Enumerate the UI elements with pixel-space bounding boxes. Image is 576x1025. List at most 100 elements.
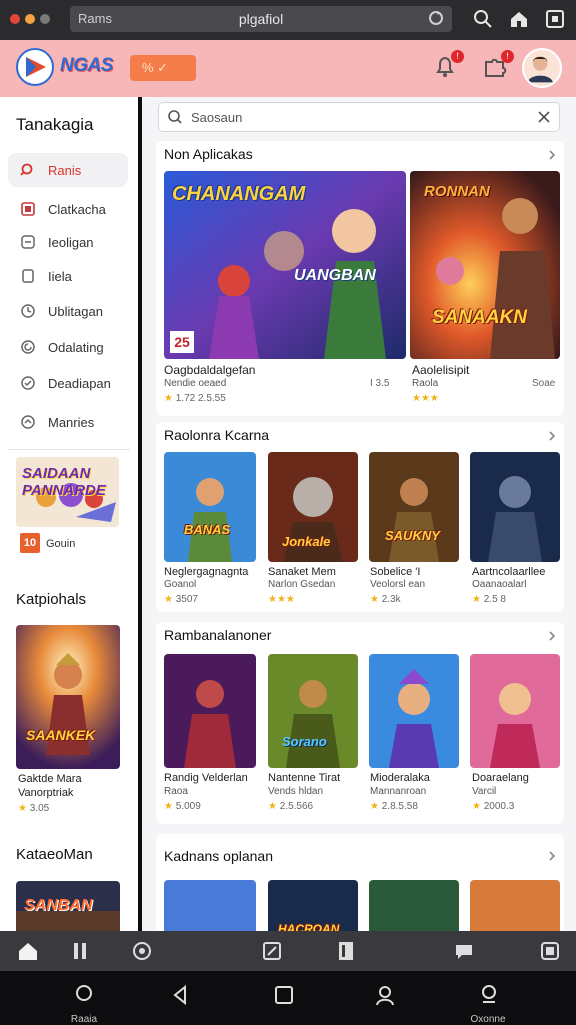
sidebar-item-ranis[interactable]: Ranis: [8, 153, 128, 187]
bottom-art-title: SANBAN: [24, 897, 93, 914]
game-art-title: BANAS: [184, 522, 231, 537]
address-bar[interactable]: Rams plgafiol: [70, 6, 452, 32]
logo-icon[interactable]: [16, 48, 54, 86]
game-art-subtitle: SANAAKN: [432, 307, 527, 328]
game-card-image[interactable]: [369, 654, 459, 768]
star-icon: ★: [268, 801, 277, 812]
game-art-title: Jonkale: [282, 534, 331, 549]
game-rating: ★ 5.009: [164, 801, 201, 812]
sidebar-item-label: Ublitagan: [48, 304, 103, 319]
chevron-right-icon[interactable]: [546, 850, 558, 862]
game-art-title: RONNAN: [424, 183, 490, 200]
game-card-image[interactable]: CHANANGAM UANGBAN 25: [164, 171, 406, 359]
back-icon[interactable]: [170, 984, 192, 1006]
game-card-image[interactable]: [164, 654, 256, 768]
game-card-image[interactable]: [164, 880, 256, 931]
promo-button[interactable]: % ✓: [130, 55, 196, 81]
rating-value: 2000.3: [483, 801, 515, 812]
game-art-title: HACROAN: [278, 922, 340, 931]
sidebar-item-label: Odalating: [48, 340, 104, 355]
search-bar[interactable]: Saosaun: [158, 102, 560, 132]
notification-button[interactable]: !: [432, 50, 464, 80]
gift-icon: [21, 202, 35, 216]
user-avatar-icon: [527, 56, 553, 83]
minimize-window-button[interactable]: [25, 14, 35, 24]
game-name: Mioderalaka: [370, 772, 430, 784]
game-card-image[interactable]: Sorano: [268, 654, 358, 768]
sidebar-item-manries[interactable]: Manries: [8, 405, 128, 439]
game-name: Oagbdaldalgefan: [164, 363, 256, 377]
search-icon[interactable]: [472, 8, 494, 30]
game-card-image[interactable]: [470, 654, 560, 768]
nav-label: Raaia: [70, 1014, 98, 1025]
sidebar-item-odalating[interactable]: Odalating: [8, 330, 128, 364]
game-card-image[interactable]: HACROAN: [268, 880, 358, 931]
sidebar-item-iiela[interactable]: Iiela: [8, 259, 128, 293]
game-card-image[interactable]: [470, 452, 560, 562]
nav-label: Oxonne: [470, 1014, 506, 1025]
chat-icon[interactable]: [452, 939, 476, 963]
home-square-icon[interactable]: [274, 985, 294, 1005]
search-input[interactable]: Saosaun: [191, 110, 242, 125]
game-card-image[interactable]: [470, 880, 560, 931]
sidebar-item-deadiapan[interactable]: Deadiapan: [8, 366, 128, 400]
game-name: Aaolelisipit: [412, 363, 470, 377]
game-rating: ★ 2.3k: [370, 594, 401, 605]
sidebar-bottom-art[interactable]: SANBAN: [16, 881, 120, 931]
home-icon[interactable]: [16, 939, 40, 963]
game-card-image[interactable]: RONNAN SANAAKN: [410, 171, 560, 359]
home-icon[interactable]: [508, 8, 530, 30]
game-card-image[interactable]: BANAS: [164, 452, 256, 562]
game-rating: ★ 2000.3: [472, 801, 514, 812]
edit-icon[interactable]: [260, 939, 284, 963]
game-card-image[interactable]: Jonkale: [268, 452, 358, 562]
system-nav-bar: Raaia Oxonne: [0, 971, 576, 1025]
window-icon[interactable]: [538, 939, 562, 963]
featured-game-rating: ★ 3.05: [18, 803, 49, 814]
messages-button[interactable]: !: [482, 50, 514, 80]
close-window-button[interactable]: [10, 14, 20, 24]
nav-home-button[interactable]: Raaia: [54, 981, 114, 1025]
rating-value: 2.5 8: [483, 594, 506, 605]
rating-value: 2.5.566: [279, 801, 314, 812]
columns-icon[interactable]: [70, 939, 94, 963]
game-sub: Oaanaoalarl: [472, 579, 527, 590]
chevron-right-icon[interactable]: [546, 430, 558, 442]
chevron-right-icon[interactable]: [546, 630, 558, 642]
game-name: Sobelice 'I: [370, 566, 421, 578]
sidebar-item-label: Ranis: [48, 163, 82, 178]
game-rating: ★ 2.5.566: [268, 801, 313, 812]
maximize-window-button[interactable]: [40, 14, 50, 24]
gamepad-icon[interactable]: [130, 939, 154, 963]
book-icon[interactable]: [334, 939, 358, 963]
game-card-image[interactable]: SAUKNY: [369, 452, 459, 562]
game-art-subtitle: UANGBAN: [294, 267, 376, 284]
chevron-right-icon[interactable]: [546, 149, 558, 161]
featured-game-art[interactable]: SAANKEK: [16, 625, 120, 769]
game-rating: ★ 2.5 8: [472, 594, 506, 605]
game-price: Soae: [532, 378, 556, 389]
refresh-icon[interactable]: [426, 8, 446, 28]
logo-text: NGAS: [60, 55, 113, 76]
sidebar-item-clatkacha[interactable]: Clatkacha: [8, 192, 128, 226]
url-text: plgafiol: [238, 11, 284, 27]
game-card-image[interactable]: [369, 880, 459, 931]
avatar[interactable]: [522, 48, 562, 88]
search-icon: [20, 163, 33, 176]
game-name: Sanaket Mem: [268, 566, 336, 578]
user-icon: [482, 985, 496, 1003]
game-art-title: SAUKNY: [385, 528, 440, 543]
sidebar-promo-art[interactable]: SAIDAAN PANNARDE: [16, 457, 119, 527]
user-icon[interactable]: [374, 984, 396, 1006]
tabs-icon[interactable]: [544, 8, 566, 30]
sidebar-item-ieoligan[interactable]: Ieoligan: [8, 225, 128, 259]
game-sub: Mannanroan: [370, 786, 427, 797]
close-icon[interactable]: [537, 110, 551, 124]
sidebar-item-label: Clatkacha: [48, 202, 106, 217]
app-header: NGAS % ✓ ! !: [0, 40, 576, 97]
promo-art-title: SAIDAAN PANNARDE: [22, 465, 106, 499]
nav-profile-button[interactable]: Oxonne: [458, 981, 518, 1025]
section-new-apps: Non Aplicakas CHANANGAM UANGBAN 25 Oagbd…: [156, 141, 564, 416]
star-icon: ★: [472, 801, 481, 812]
sidebar-item-ublitagan[interactable]: Ublitagan: [8, 294, 128, 328]
